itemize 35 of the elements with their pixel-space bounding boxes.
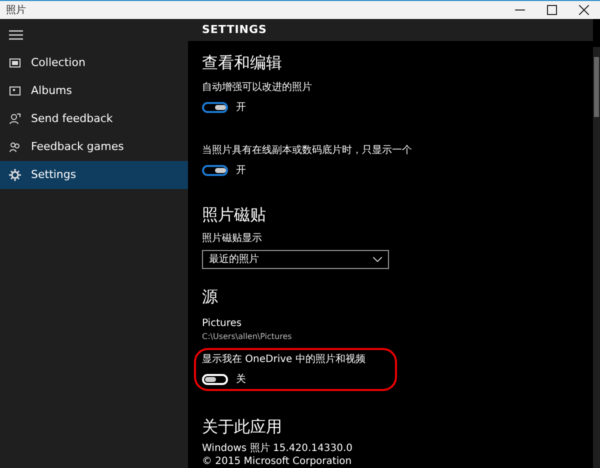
- person-icon: [9, 113, 21, 125]
- scrollbar[interactable]: [593, 47, 600, 468]
- people-icon: [9, 141, 21, 153]
- section-heading: 查看和编辑: [202, 53, 283, 72]
- section-heading: 照片磁贴: [202, 205, 267, 225]
- album-icon: [9, 85, 21, 97]
- setting-label: 照片磁贴显示: [202, 232, 263, 245]
- maximize-icon: [547, 5, 557, 15]
- app-info: © 2015 Microsoft Corporation: [202, 456, 353, 468]
- folder-name: Pictures: [202, 316, 243, 331]
- sidebar-item[interactable]: Feedback games: [0, 133, 188, 161]
- photo-icon: [9, 57, 21, 69]
- setting-label: 当照片具有在线副本或数码底片时，只显示一个: [202, 144, 412, 158]
- section-heading: 源: [202, 286, 219, 306]
- menu-icon[interactable]: [9, 30, 23, 40]
- section-heading: 关于此应用: [202, 416, 283, 436]
- sidebar-item[interactable]: Send feedback: [0, 105, 188, 133]
- toggle-state: 开: [236, 101, 246, 114]
- toggle-state: 开: [236, 164, 246, 178]
- folder-path: C:\Users\allen\Pictures: [202, 330, 293, 343]
- setting-label: 自动增强可以改进的照片: [202, 81, 312, 94]
- sidebar-item[interactable]: Albums: [0, 77, 188, 105]
- toggle-switch[interactable]: [202, 165, 228, 176]
- page-title: SETTINGS: [202, 22, 267, 38]
- app-info: Windows 照片 15.420.14330.0: [202, 443, 354, 456]
- toggle-switch[interactable]: [202, 102, 228, 114]
- dropdown[interactable]: 最近的照片: [202, 250, 389, 269]
- setting-label: 显示我在 OneDrive 中的照片和视频: [202, 352, 366, 366]
- window-title: 照片: [5, 4, 26, 18]
- chevron-icon: [373, 256, 382, 262]
- sidebar-item[interactable]: Settings: [0, 161, 188, 189]
- toggle-state: 关: [236, 372, 246, 386]
- sidebar-item[interactable]: Collection: [0, 49, 188, 77]
- close-icon: [579, 5, 589, 15]
- settings-icon: [9, 169, 21, 181]
